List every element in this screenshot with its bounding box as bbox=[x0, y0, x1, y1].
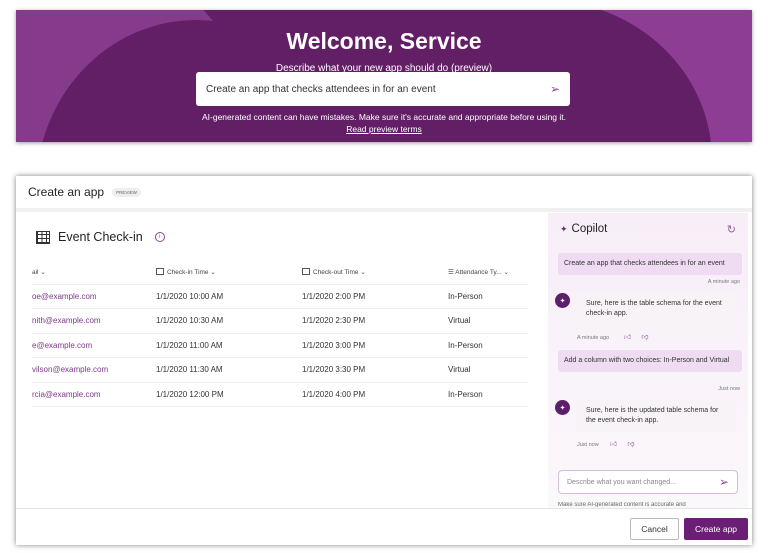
email-cell: oe@example.com bbox=[32, 284, 156, 309]
calendar-icon bbox=[156, 267, 164, 275]
table-row[interactable]: vilson@example.com 1/1/2020 11:30 AM 1/1/2… bbox=[32, 357, 528, 383]
check-in-cell: 1/1/2020 12:00 PM bbox=[156, 382, 302, 407]
create-app-dialog: Create an app PREVIEW Event Check-in i a… bbox=[16, 176, 752, 545]
check-in-cell: 1/1/2020 10:00 AM bbox=[156, 284, 302, 309]
check-in-cell: 1/1/2020 10:30 AM bbox=[156, 308, 302, 334]
message-time: A minute ago bbox=[577, 335, 610, 341]
column-header-email[interactable]: ail ⌄ bbox=[32, 260, 156, 285]
table-row[interactable]: e@example.com 1/1/2020 11:00 AM 1/1/2020 3… bbox=[32, 333, 528, 358]
copilot-avatar: ✦ bbox=[555, 293, 570, 308]
ai-disclaimer: AI-generated content can have mistakes. … bbox=[201, 112, 567, 122]
cancel-button[interactable]: Cancel bbox=[630, 518, 679, 540]
read-preview-terms-link[interactable]: Read preview terms bbox=[16, 124, 752, 134]
table-title: Event Check-in bbox=[58, 230, 143, 244]
column-label: Check-out Time bbox=[313, 268, 359, 276]
user-message: Add a column with two choices: In-Person… bbox=[558, 350, 742, 373]
input-value: Create an app that checks attendees in f… bbox=[206, 83, 436, 95]
refresh-icon[interactable]: ↻ bbox=[727, 223, 736, 236]
copilot-message: Sure, here is the updated table schema f… bbox=[576, 400, 736, 433]
column-label: Attendance Ty... bbox=[455, 268, 502, 276]
input-placeholder: Describe what you want changed... bbox=[567, 478, 676, 486]
calendar-icon bbox=[302, 267, 310, 275]
email-cell: vilson@example.com bbox=[32, 357, 156, 383]
welcome-banner: Welcome, Service Describe what your new … bbox=[16, 10, 752, 142]
copilot-header: ✦ Copilot bbox=[560, 223, 607, 235]
table-icon bbox=[36, 230, 50, 244]
column-header-check-in[interactable]: Check-in Time ⌄ bbox=[156, 260, 302, 285]
dialog-header: Create an app PREVIEW bbox=[16, 176, 752, 212]
check-out-cell: 1/1/2020 4:00 PM bbox=[302, 382, 448, 407]
attendance-cell: Virtual bbox=[448, 308, 528, 334]
email-cell: e@example.com bbox=[32, 333, 156, 358]
attendance-cell: Virtual bbox=[448, 357, 528, 383]
copilot-disclaimer: Make sure AI-generated content is accura… bbox=[558, 502, 686, 507]
app-description-input[interactable]: Create an app that checks attendees in f… bbox=[196, 72, 570, 106]
thumbs-up-icon[interactable]: 👍︎ bbox=[610, 439, 617, 448]
schema-table: ail ⌄ Check-in Time ⌄ Check-out Time ⌄ ☰… bbox=[32, 260, 528, 407]
attendance-cell: In-Person bbox=[448, 382, 528, 407]
user-message: Create an app that checks attendees in f… bbox=[558, 253, 742, 276]
copilot-input[interactable]: Describe what you want changed... ➢ bbox=[558, 470, 738, 494]
table-heading: Event Check-in i bbox=[36, 230, 165, 244]
check-in-cell: 1/1/2020 11:30 AM bbox=[156, 357, 302, 383]
check-in-cell: 1/1/2020 11:00 AM bbox=[156, 333, 302, 358]
thumbs-down-icon[interactable]: 👎︎ bbox=[641, 332, 648, 341]
copilot-title: Copilot bbox=[571, 223, 608, 235]
column-label: Check-in Time bbox=[167, 268, 209, 276]
copilot-avatar: ✦ bbox=[555, 400, 570, 415]
column-header-check-out[interactable]: Check-out Time ⌄ bbox=[302, 260, 448, 285]
check-out-cell: 1/1/2020 2:30 PM bbox=[302, 308, 448, 334]
dialog-title: Create an app bbox=[28, 185, 105, 199]
info-icon[interactable]: i bbox=[154, 232, 165, 242]
column-label: ail bbox=[32, 268, 39, 276]
copilot-pane: ✦ Copilot ↻ Create an app that checks att… bbox=[548, 213, 748, 508]
email-cell: rcia@example.com bbox=[32, 382, 156, 407]
column-header-attendance[interactable]: ☰ Attendance Ty... ⌄ bbox=[448, 260, 528, 285]
check-out-cell: 1/1/2020 3:30 PM bbox=[302, 357, 448, 383]
welcome-title: Welcome, Service bbox=[286, 28, 482, 54]
dialog-footer: Cancel Create app bbox=[16, 508, 752, 545]
table-row[interactable]: nith@example.com 1/1/2020 10:30 AM 1/1/202… bbox=[32, 308, 528, 334]
send-icon[interactable]: ➢ bbox=[719, 475, 729, 489]
create-app-button[interactable]: Create app bbox=[684, 518, 748, 540]
send-icon[interactable]: ➢ bbox=[550, 82, 560, 96]
attendance-cell: In-Person bbox=[448, 333, 528, 358]
preview-badge: PREVIEW bbox=[112, 187, 141, 197]
table-row[interactable]: rcia@example.com 1/1/2020 12:00 PM 1/1/202… bbox=[32, 382, 528, 407]
email-cell: nith@example.com bbox=[32, 308, 156, 334]
attendance-cell: In-Person bbox=[448, 284, 528, 309]
check-out-cell: 1/1/2020 2:00 PM bbox=[302, 284, 448, 309]
check-out-cell: 1/1/2020 3:00 PM bbox=[302, 333, 448, 358]
message-time: Just now bbox=[577, 442, 599, 448]
message-time: Just now bbox=[718, 386, 740, 392]
thumbs-down-icon[interactable]: 👎︎ bbox=[627, 439, 634, 448]
thumbs-up-icon[interactable]: 👍︎ bbox=[624, 332, 631, 341]
copilot-sparkle-icon: ✦ bbox=[560, 223, 568, 234]
table-row[interactable]: oe@example.com 1/1/2020 10:00 AM 1/1/2020 … bbox=[32, 284, 528, 309]
message-time: A minute ago bbox=[707, 279, 740, 285]
copilot-message: Sure, here is the table schema for the e… bbox=[576, 293, 736, 326]
